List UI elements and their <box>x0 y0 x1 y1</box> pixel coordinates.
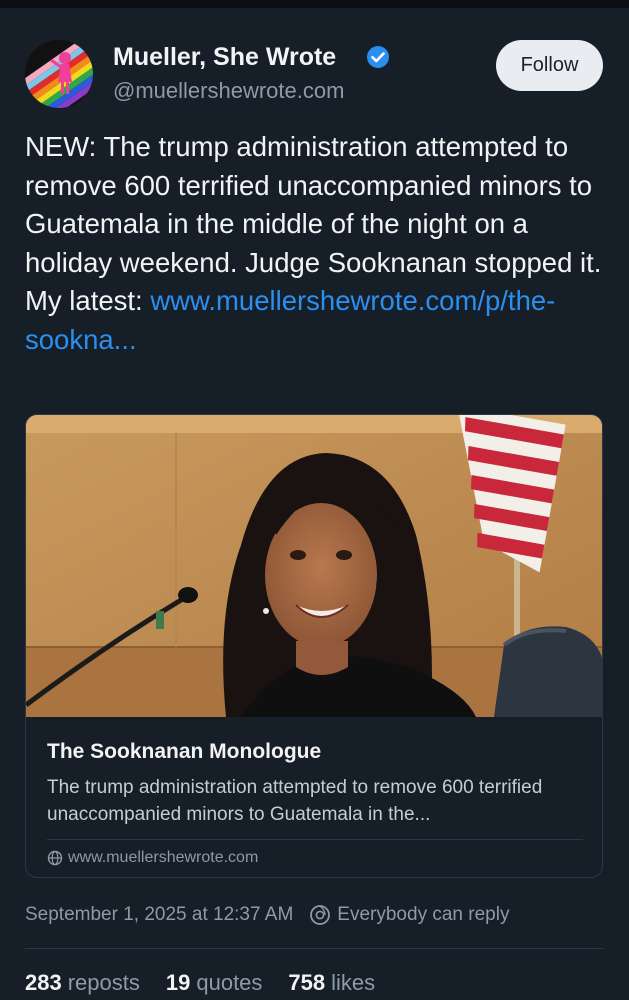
likes-count: 758 <box>288 970 326 995</box>
reposts-count: 283 <box>25 970 62 995</box>
post: Mueller, She Wrote @muellershewrote.com … <box>0 8 629 1000</box>
globe-icon <box>47 850 63 866</box>
post-timestamp[interactable]: September 1, 2025 at 12:37 AM <box>25 904 293 926</box>
avatar[interactable] <box>25 40 93 108</box>
card-description: The trump administration attempted to re… <box>47 777 543 825</box>
status-bar-strip <box>0 0 629 8</box>
post-meta-row: September 1, 2025 at 12:37 AM Everybody … <box>25 904 509 926</box>
avatar-image <box>25 40 93 108</box>
reply-setting-icon <box>310 905 331 925</box>
post-text: NEW: The trump administration attempted … <box>25 128 610 359</box>
card-title: The Sooknanan Monologue <box>47 740 322 763</box>
card-thumbnail-image <box>26 415 602 717</box>
reposts-label: reposts <box>67 970 140 995</box>
quotes-stat[interactable]: 19 quotes <box>166 970 263 996</box>
card-domain: www.muellershewrote.com <box>68 849 259 866</box>
post-stats-row: 283 reposts 19 quotes 758 likes <box>25 970 401 996</box>
reply-setting[interactable]: Everybody can reply <box>337 904 509 926</box>
meta-divider <box>25 948 603 949</box>
quotes-label: quotes <box>196 970 263 995</box>
verified-badge-icon <box>367 46 389 68</box>
card-divider <box>47 839 583 840</box>
author-handle[interactable]: @muellershewrote.com <box>113 77 344 105</box>
link-preview-card[interactable]: The Sooknanan Monologue The trump admini… <box>25 414 603 878</box>
reposts-stat[interactable]: 283 reposts <box>25 970 140 996</box>
card-domain-row: www.muellershewrote.com <box>47 849 258 867</box>
quotes-count: 19 <box>165 970 191 995</box>
likes-label: likes <box>331 970 376 995</box>
likes-stat[interactable]: 758 likes <box>288 970 375 996</box>
author-display-name[interactable]: Mueller, She Wrote <box>113 41 336 73</box>
follow-button[interactable]: Follow <box>496 40 603 91</box>
